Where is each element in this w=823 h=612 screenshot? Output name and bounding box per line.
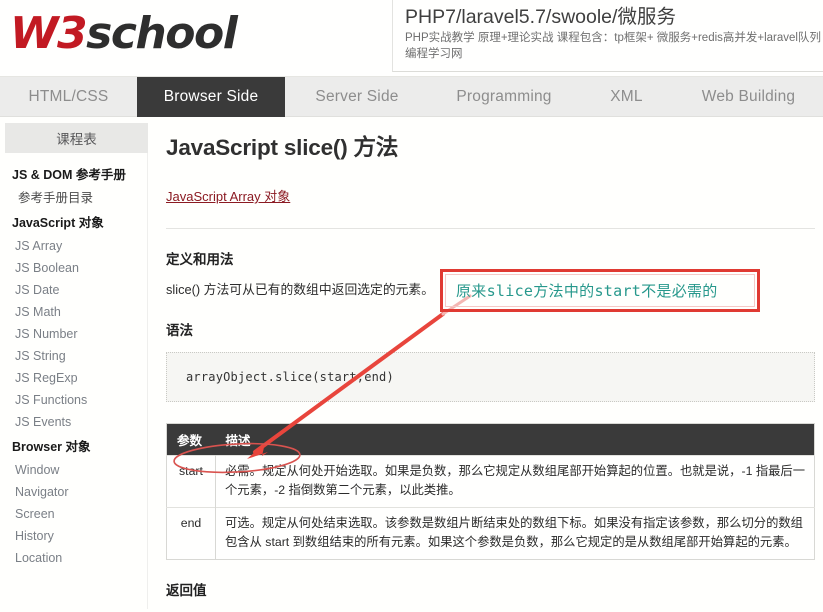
page-body: 课程表 JS & DOM 参考手册参考手册目录 JavaScript 对象 JS A… xyxy=(0,117,823,611)
table-header-param: 参数 xyxy=(166,423,216,456)
sidebar-item-js-regexp[interactable]: JS RegExp xyxy=(5,367,147,389)
table-cell-param: end xyxy=(166,507,216,560)
sidebar-item-[interactable]: 参考手册目录 xyxy=(5,187,147,209)
table-header-row: 参数 描述 xyxy=(166,423,815,456)
sidebar-item-js-array[interactable]: JS Array xyxy=(5,235,147,257)
sidebar-item-js-boolean[interactable]: JS Boolean xyxy=(5,257,147,279)
sidebar-header: 课程表 xyxy=(5,123,148,153)
sidebar-item-js-events[interactable]: JS Events xyxy=(5,411,147,433)
return-heading: 返回值 xyxy=(166,583,207,598)
page-title: JavaScript slice() 方法 xyxy=(166,135,399,160)
sidebar-item-js-dom: JS & DOM 参考手册 xyxy=(12,168,126,182)
sidebar-item-window[interactable]: Window xyxy=(5,459,147,481)
sidebar-item-history[interactable]: History xyxy=(5,525,147,547)
sidebar-list: JS & DOM 参考手册参考手册目录 JavaScript 对象 JS Array… xyxy=(5,153,148,609)
syntax-heading: 语法 xyxy=(166,323,193,338)
nav-tab-programming[interactable]: Programming xyxy=(429,77,579,117)
nav-tab-server-side[interactable]: Server Side xyxy=(285,77,429,117)
table-cell-description: 必需。规定从何处开始选取。如果是负数，那么它规定从数组尾部开始算起的位置。也就是… xyxy=(215,455,815,508)
main-content: JavaScript slice() 方法 JavaScript Array 对… xyxy=(153,117,823,612)
parameters-table-body: start 必需。规定从何处开始选取。如果是负数，那么它规定从数组尾部开始算起的位… xyxy=(166,455,815,560)
nav-tab-xml[interactable]: XML xyxy=(579,77,674,117)
site-header: W3school PHP7/laravel5.7/swoole/微服务 PHP实… xyxy=(0,0,823,77)
definition-heading: 定义和用法 xyxy=(166,252,234,267)
parameters-table-head: 参数 描述 xyxy=(166,423,815,456)
logo-school-text: school xyxy=(86,8,238,59)
sidebar-item-javascript: JavaScript 对象 xyxy=(12,216,104,230)
reference-link[interactable]: JavaScript Array 对象 xyxy=(166,186,290,205)
advertisement-banner[interactable]: PHP7/laravel5.7/swoole/微服务 PHP实战教学 原理+理论… xyxy=(392,0,823,72)
nav-tab-browser-side[interactable]: Browser Side xyxy=(137,77,285,117)
definition-text: slice() 方法可从已有的数组中返回选定的元素。 xyxy=(166,282,435,297)
sidebar-item-js-functions[interactable]: JS Functions xyxy=(5,389,147,411)
table-row: start 必需。规定从何处开始选取。如果是负数，那么它规定从数组尾部开始算起的位… xyxy=(166,455,815,508)
table-cell-param: start xyxy=(166,455,216,508)
table-row: end 可选。规定从何处结束选取。该参数是数组片断结束处的数组下标。如果没有指定该… xyxy=(166,507,815,560)
sidebar-item-browser: Browser 对象 xyxy=(12,440,91,454)
ad-title: PHP7/laravel5.7/swoole/微服务 xyxy=(405,6,676,28)
sidebar-item-navigator[interactable]: Navigator xyxy=(5,481,147,503)
syntax-code-block: arrayObject.slice(start,end) xyxy=(166,352,815,402)
parameters-table: 参数 描述 start 必需。规定从何处开始选取。如果是负数，那么它规定从数组尾部… xyxy=(166,423,815,560)
logo-w3-text: W3 xyxy=(10,8,88,59)
syntax-code-text: arrayObject.slice(start,end) xyxy=(186,370,394,384)
sidebar-item-screen[interactable]: Screen xyxy=(5,503,147,525)
nav-tab-web-building[interactable]: Web Building xyxy=(674,77,823,117)
ad-description: PHP实战教学 原理+理论实战 课程包含：tp框架+ 微服务+redis高并发+… xyxy=(405,32,821,60)
table-header-desc: 描述 xyxy=(215,423,815,456)
nav-tab-html-css[interactable]: HTML/CSS xyxy=(0,77,137,117)
table-cell-description: 可选。规定从何处结束选取。该参数是数组片断结束处的数组下标。如果没有指定该参数，… xyxy=(215,507,815,560)
sidebar-item-js-number[interactable]: JS Number xyxy=(5,323,147,345)
w3school-logo[interactable]: W3school xyxy=(10,8,238,59)
sidebar-item-location[interactable]: Location xyxy=(5,547,147,569)
sidebar-item-js-string[interactable]: JS String xyxy=(5,345,147,367)
divider xyxy=(166,228,815,229)
sidebar-item-js-date[interactable]: JS Date xyxy=(5,279,147,301)
page-root: W3school PHP7/laravel5.7/swoole/微服务 PHP实… xyxy=(0,0,823,612)
sidebar-item-js-math[interactable]: JS Math xyxy=(5,301,147,323)
sidebar: 课程表 JS & DOM 参考手册参考手册目录 JavaScript 对象 JS A… xyxy=(0,117,153,609)
main-navigation: HTML/CSS Browser Side Server Side Programmi… xyxy=(0,77,823,117)
